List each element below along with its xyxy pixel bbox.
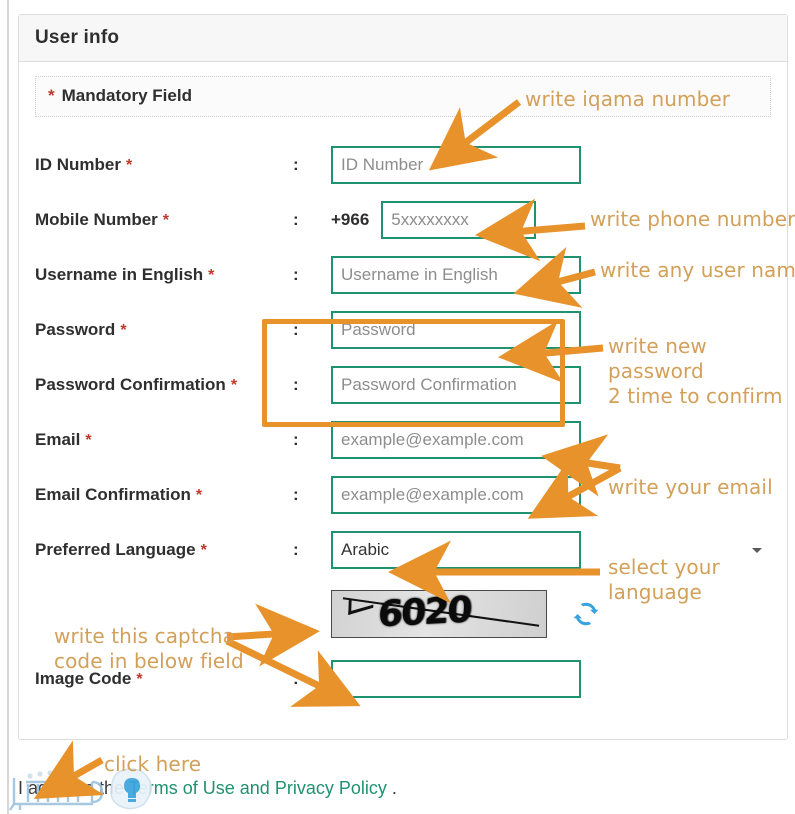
required-star-icon: * bbox=[162, 211, 170, 229]
mobile-number-input[interactable]: 5xxxxxxxx bbox=[381, 200, 537, 239]
required-star-icon: * bbox=[120, 321, 127, 339]
control-email: example@example.com bbox=[331, 420, 771, 459]
captcha-noise-mark bbox=[348, 593, 374, 615]
chevron-down-icon bbox=[752, 547, 762, 553]
terms-agreement-line: I agree to the Terms of Use and Privacy … bbox=[18, 778, 788, 799]
colon-separator: : bbox=[293, 539, 299, 559]
label-text: Password bbox=[35, 319, 116, 339]
colon-separator: : bbox=[293, 429, 299, 449]
password-confirmation-input[interactable]: Password Confirmation bbox=[331, 365, 581, 404]
label-text: Password Confirmation bbox=[35, 374, 226, 394]
form-row-email: Email * : example@example.com bbox=[35, 412, 771, 467]
label-text: Email bbox=[35, 429, 81, 449]
preferred-language-select[interactable]: Arabic bbox=[331, 530, 581, 569]
form-row-username: Username in English * : Username in Engli… bbox=[35, 247, 771, 302]
email-input[interactable]: example@example.com bbox=[331, 420, 581, 459]
required-star-icon: * bbox=[136, 670, 143, 688]
form-row-image-code: Image Code * : bbox=[35, 651, 771, 706]
label-text: Preferred Language bbox=[35, 539, 196, 559]
captcha-image: 6020 bbox=[331, 590, 547, 638]
control-image-code bbox=[331, 659, 771, 698]
label-preferred-language: Preferred Language * bbox=[35, 540, 293, 560]
colon-separator: : bbox=[293, 374, 299, 394]
mandatory-field-notice: * Mandatory Field bbox=[35, 76, 771, 117]
user-info-panel: User info * Mandatory Field ID Number * : … bbox=[18, 14, 788, 740]
control-username: Username in English bbox=[331, 255, 771, 294]
label-mobile-number: Mobile Number * bbox=[35, 210, 293, 230]
form-row-mobile-number: Mobile Number * : +966 5xxxxxxxx bbox=[35, 192, 771, 247]
password-input[interactable]: Password bbox=[331, 310, 581, 349]
required-star-icon: * bbox=[85, 431, 92, 449]
page-left-rule bbox=[7, 0, 9, 814]
refresh-icon[interactable] bbox=[571, 599, 601, 629]
required-star-icon: * bbox=[200, 541, 207, 559]
form-row-password: Password * : Password bbox=[35, 302, 771, 357]
required-star-icon: * bbox=[125, 156, 133, 174]
label-text: ID Number bbox=[35, 154, 121, 174]
label-text: Mobile Number bbox=[35, 209, 158, 229]
colon-separator: : bbox=[293, 319, 299, 339]
control-preferred-language: Arabic bbox=[331, 530, 771, 569]
form-row-password-confirmation: Password Confirmation * : Password Confir… bbox=[35, 357, 771, 412]
control-mobile-number: +966 5xxxxxxxx bbox=[331, 200, 771, 239]
colon-separator: : bbox=[293, 668, 299, 688]
captcha-code-text: 6020 bbox=[376, 590, 472, 636]
required-star-icon: * bbox=[208, 266, 215, 284]
control-password: Password bbox=[331, 310, 771, 349]
form-row-preferred-language: Preferred Language * : Arabic bbox=[35, 522, 771, 577]
colon-separator: : bbox=[293, 484, 299, 504]
form-row-email-confirmation: Email Confirmation * : example@example.co… bbox=[35, 467, 771, 522]
annotation-click-here: click here bbox=[104, 752, 202, 776]
label-id-number: ID Number * bbox=[35, 155, 293, 175]
label-email-confirmation: Email Confirmation * bbox=[35, 485, 293, 505]
label-email: Email * bbox=[35, 430, 293, 450]
email-confirmation-input[interactable]: example@example.com bbox=[331, 475, 581, 514]
panel-heading: User info bbox=[19, 15, 787, 62]
required-star-icon: * bbox=[230, 376, 238, 394]
image-code-input[interactable] bbox=[331, 659, 581, 698]
control-email-confirmation: example@example.com bbox=[331, 475, 771, 514]
terms-of-use-link[interactable]: Terms of Use and Privacy Policy bbox=[129, 778, 387, 798]
colon-separator: : bbox=[293, 264, 299, 284]
id-number-input[interactable]: ID Number bbox=[331, 145, 581, 184]
captcha-row: 6020 bbox=[35, 577, 771, 651]
label-text: Username in English bbox=[35, 264, 204, 284]
form-row-id-number: ID Number * : ID Number bbox=[35, 137, 771, 192]
mandatory-field-label: Mandatory Field bbox=[61, 86, 192, 105]
label-password-confirmation: Password Confirmation * bbox=[35, 375, 293, 395]
terms-prefix-text: I agree to the bbox=[18, 778, 129, 798]
required-star-icon: * bbox=[48, 86, 55, 105]
country-code-prefix: +966 bbox=[331, 209, 370, 229]
label-image-code: Image Code * bbox=[35, 669, 293, 689]
colon-separator: : bbox=[293, 209, 299, 229]
label-text: Email Confirmation bbox=[35, 484, 191, 504]
panel-body: * Mandatory Field ID Number * : ID Number … bbox=[19, 62, 787, 706]
colon-separator: : bbox=[293, 154, 299, 174]
page-title: User info bbox=[35, 27, 120, 48]
label-username: Username in English * bbox=[35, 265, 293, 285]
terms-suffix-text: . bbox=[386, 778, 397, 798]
registration-page: User info * Mandatory Field ID Number * : … bbox=[0, 0, 795, 814]
label-text: Image Code bbox=[35, 668, 132, 688]
username-input[interactable]: Username in English bbox=[331, 255, 581, 294]
required-star-icon: * bbox=[195, 486, 203, 504]
control-password-confirmation: Password Confirmation bbox=[331, 365, 771, 404]
label-password: Password * bbox=[35, 320, 293, 340]
control-id-number: ID Number bbox=[331, 145, 771, 184]
